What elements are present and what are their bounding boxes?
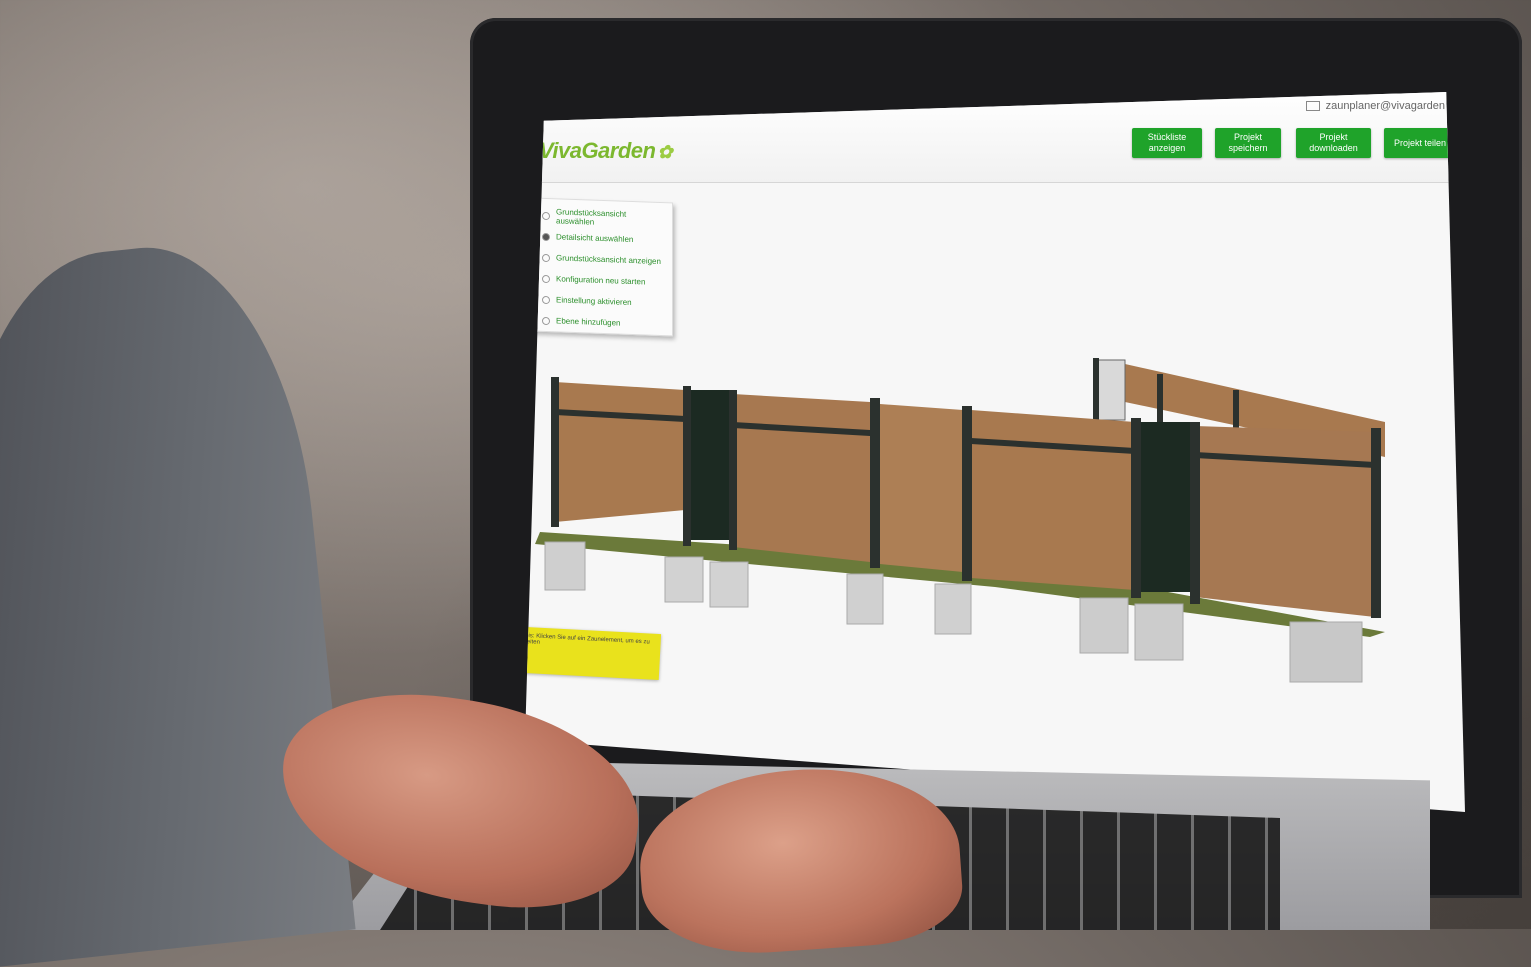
fence-3d-view[interactable]: [525, 92, 1465, 812]
foundation-block: [664, 556, 704, 603]
fence-post: [870, 398, 880, 568]
lattice-panel[interactable]: [687, 390, 731, 540]
lattice-panel[interactable]: [1137, 422, 1193, 592]
foundation-block: [934, 583, 972, 635]
foundation-block: [1134, 603, 1184, 661]
fence-post: [1093, 358, 1099, 428]
hint-note: Hinweis: Klicken Sie auf ein Zaunelement…: [525, 625, 662, 681]
app-screen: zaunplaner@vivagarden VivaGarden ✿ Stückl…: [525, 92, 1465, 812]
fence-panel[interactable]: [880, 404, 963, 572]
fence-post: [1131, 418, 1141, 598]
fence-panel[interactable]: [733, 394, 870, 562]
fence-post: [729, 390, 737, 550]
fence-panel[interactable]: [555, 382, 685, 522]
fence-post: [962, 406, 972, 581]
fence-panel[interactable]: [971, 410, 1135, 590]
lattice-panel[interactable]: [1096, 359, 1126, 421]
foundation-block: [1079, 597, 1129, 654]
foundation-block: [709, 561, 749, 608]
foundation-block: [846, 573, 884, 625]
foundation-block: [544, 541, 586, 591]
foundation-block: [1289, 621, 1363, 683]
fence-post: [1371, 428, 1381, 618]
fence-post: [551, 377, 559, 527]
fence-post: [1190, 422, 1200, 604]
fence-post: [683, 386, 691, 546]
